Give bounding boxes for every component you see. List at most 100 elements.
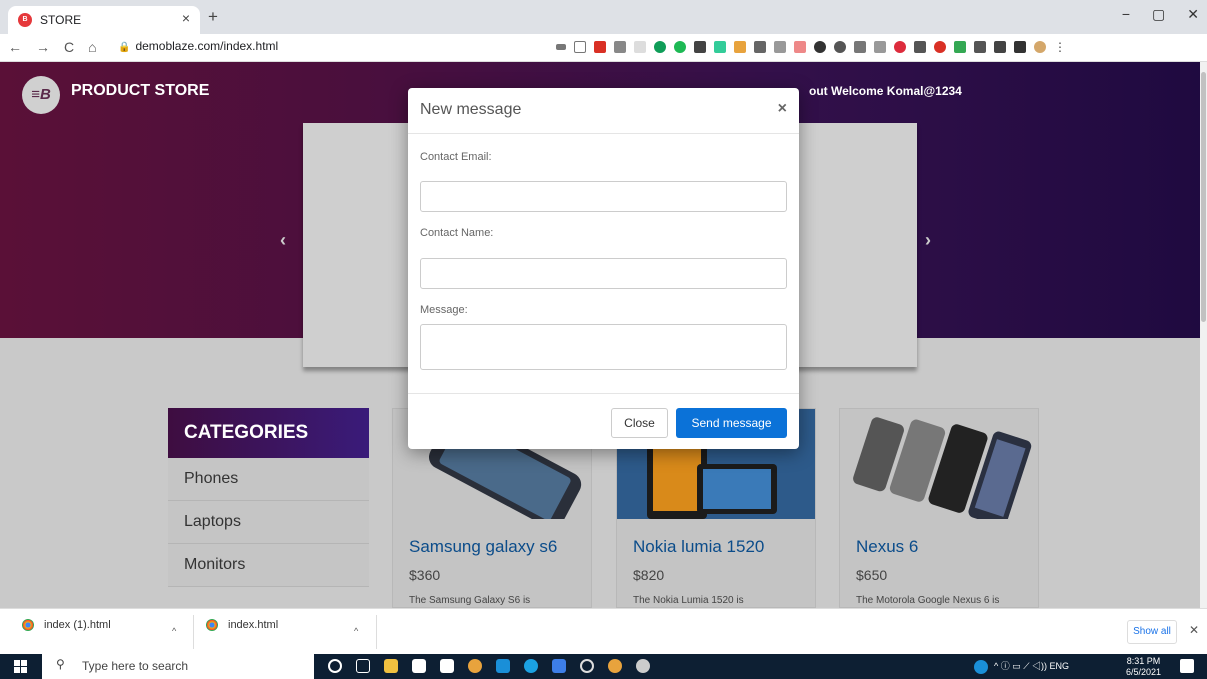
amazon-icon[interactable]: [440, 659, 454, 673]
carousel-next-icon[interactable]: ›: [925, 230, 931, 251]
contact-email-input[interactable]: [420, 181, 787, 212]
edge-icon[interactable]: [524, 659, 538, 673]
menu-icon[interactable]: ⋮: [1054, 41, 1066, 53]
page-scrollbar[interactable]: [1200, 62, 1207, 608]
download-filename: index (1).html: [44, 619, 111, 631]
extension-icon[interactable]: [754, 41, 766, 53]
lock-icon: 🔒: [118, 42, 131, 53]
star-icon[interactable]: [574, 41, 586, 53]
browser-tab-bar: B STORE × + − ▢ ✕: [0, 0, 1207, 34]
scrollbar-thumb[interactable]: [1201, 72, 1206, 322]
contact-name-label: Contact Name:: [420, 227, 494, 239]
extension-icons: ⋮: [556, 41, 1066, 53]
product-name[interactable]: Nexus 6: [856, 537, 918, 557]
key-icon[interactable]: [556, 44, 566, 50]
extension-icon[interactable]: [994, 41, 1006, 53]
home-icon[interactable]: ⌂: [88, 39, 96, 55]
message-label: Message:: [420, 304, 468, 316]
product-name[interactable]: Nokia lumia 1520: [633, 537, 764, 557]
chrome-icon[interactable]: [468, 659, 482, 673]
categories-title[interactable]: CATEGORIES: [168, 408, 369, 458]
tab-close-icon[interactable]: ×: [182, 10, 190, 26]
minimize-button[interactable]: −: [1122, 6, 1130, 23]
close-downloads-icon[interactable]: ✕: [1189, 623, 1199, 637]
extension-icon[interactable]: [734, 41, 746, 53]
product-description: The Motorola Google Nexus 6 is: [856, 595, 1000, 606]
nav-welcome[interactable]: out Welcome Komal@1234: [809, 84, 962, 98]
chrome-file-icon: [206, 619, 218, 632]
modal-close-icon[interactable]: ×: [778, 100, 787, 118]
settings-gear-icon[interactable]: [580, 659, 594, 673]
extension-icon[interactable]: [934, 41, 946, 53]
extension-icon[interactable]: [974, 41, 986, 53]
paint-icon[interactable]: [636, 659, 650, 673]
product-image[interactable]: [840, 409, 1038, 527]
help-icon[interactable]: [974, 659, 988, 674]
store-icon[interactable]: [412, 659, 426, 673]
profile-avatar-icon[interactable]: [1034, 41, 1046, 53]
close-window-button[interactable]: ✕: [1187, 6, 1199, 23]
extension-icon[interactable]: [774, 41, 786, 53]
send-message-button[interactable]: Send message: [676, 408, 787, 438]
product-price: $820: [633, 567, 665, 583]
windows-start-icon[interactable]: [14, 660, 27, 673]
file-explorer-icon[interactable]: [384, 659, 398, 673]
mail-icon[interactable]: [496, 659, 510, 673]
carousel-prev-icon[interactable]: ‹: [280, 230, 286, 251]
extension-icon[interactable]: [854, 41, 866, 53]
modal-title: New message: [420, 101, 522, 118]
chevron-up-icon[interactable]: ^: [354, 626, 358, 636]
reload-icon[interactable]: C: [64, 39, 74, 55]
clock-time: 8:31 PM: [1126, 656, 1161, 666]
restore-button[interactable]: ▢: [1152, 6, 1165, 23]
category-laptops[interactable]: Laptops: [168, 501, 369, 544]
cortana-icon[interactable]: [328, 659, 342, 673]
task-view-icon[interactable]: [356, 659, 370, 673]
show-all-button[interactable]: Show all: [1127, 620, 1177, 644]
divider: [193, 615, 194, 649]
clock[interactable]: 8:31 PM 6/5/2021: [1126, 656, 1161, 678]
categories-panel: CATEGORIES Phones Laptops Monitors: [168, 408, 369, 587]
chrome-icon[interactable]: [608, 659, 622, 673]
extension-icon[interactable]: [634, 41, 646, 53]
extension-icon[interactable]: [694, 41, 706, 53]
extension-icon[interactable]: [834, 41, 846, 53]
contact-name-input[interactable]: [420, 258, 787, 289]
puzzle-icon[interactable]: [1014, 41, 1026, 53]
url-field[interactable]: 🔒 demoblaze.com/index.html: [118, 39, 278, 53]
taskbar-search[interactable]: ⚲ Type here to search: [42, 654, 314, 679]
download-item[interactable]: index (1).html ^: [22, 619, 192, 645]
extension-icon[interactable]: [614, 41, 626, 53]
browser-tab[interactable]: B STORE ×: [8, 6, 200, 34]
extension-icon[interactable]: [594, 41, 606, 53]
extension-icon[interactable]: [914, 41, 926, 53]
category-phones[interactable]: Phones: [168, 458, 369, 501]
forward-icon[interactable]: →: [36, 39, 50, 55]
taskbar: ⚲ Type here to search ^ ⓘ ▭ ⟋ ◁)) ENG 8:…: [0, 654, 1207, 679]
downloads-bar: index (1).html ^ index.html ^ Show all ✕: [0, 608, 1207, 654]
extension-icon[interactable]: [874, 41, 886, 53]
window-controls: − ▢ ✕: [1122, 6, 1199, 23]
notification-icon[interactable]: [1180, 659, 1194, 673]
extension-icon[interactable]: [674, 41, 686, 53]
system-tray[interactable]: ^ ⓘ ▭ ⟋ ◁)) ENG: [974, 659, 1069, 674]
close-button[interactable]: Close: [611, 408, 668, 438]
chevron-up-icon[interactable]: ^: [172, 626, 176, 636]
extension-icon[interactable]: [714, 41, 726, 53]
extension-icon[interactable]: [954, 41, 966, 53]
logo-icon[interactable]: ≡B: [22, 76, 60, 114]
brand-name[interactable]: PRODUCT STORE: [71, 82, 209, 100]
message-textarea[interactable]: [420, 324, 787, 370]
category-monitors[interactable]: Monitors: [168, 544, 369, 587]
extension-icon[interactable]: [654, 41, 666, 53]
extension-icon[interactable]: [894, 41, 906, 53]
product-name[interactable]: Samsung galaxy s6: [409, 537, 557, 557]
download-item[interactable]: index.html ^: [206, 619, 376, 645]
new-tab-button[interactable]: +: [208, 7, 218, 27]
extension-icon[interactable]: [814, 41, 826, 53]
back-icon[interactable]: ←: [8, 39, 22, 55]
divider: [376, 615, 377, 649]
download-filename: index.html: [228, 619, 279, 631]
dropbox-icon[interactable]: [552, 659, 566, 673]
extension-icon[interactable]: [794, 41, 806, 53]
